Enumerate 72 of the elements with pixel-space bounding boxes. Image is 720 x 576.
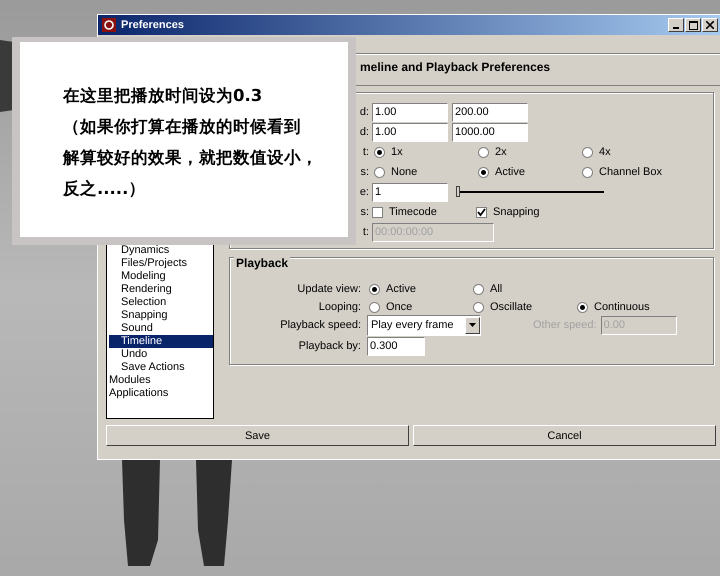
annotation-text: 反之.....） (63, 178, 146, 200)
slider-thumb[interactable] (456, 186, 460, 197)
window-title: Preferences (121, 19, 185, 31)
field-label: Playback speed: (279, 319, 362, 331)
input-field[interactable]: 0.300 (367, 336, 425, 356)
radio-option[interactable]: Once (367, 301, 467, 313)
radio-option[interactable]: 1x (372, 146, 472, 158)
checkbox-option[interactable]: Snapping (476, 206, 576, 218)
radio-option[interactable]: None (372, 166, 472, 178)
radio-option[interactable]: Active (367, 283, 467, 295)
radio-button[interactable] (473, 284, 484, 294)
field-label: s: (360, 206, 369, 218)
dropdown-arrow-icon (469, 323, 476, 327)
checkbox[interactable] (476, 206, 487, 218)
field-label: t: (362, 226, 369, 238)
category-item[interactable]: Modules (109, 374, 213, 387)
category-item[interactable]: Timeline (109, 335, 213, 348)
save-button[interactable]: Save (106, 425, 409, 446)
playback-speed-dropdown[interactable]: Play every frame (367, 314, 481, 336)
field-label: d: (360, 106, 369, 118)
input-field[interactable]: 200.00 (452, 102, 528, 122)
annotation-text: 解算较好的效果，就把数值设小， (63, 147, 319, 169)
radio-button[interactable] (577, 302, 588, 312)
category-item[interactable]: Sound (109, 322, 213, 335)
annotation-text: 在这里把播放时间设为0.3 (63, 85, 264, 107)
checkbox-option[interactable]: Timecode (372, 206, 472, 218)
field-label: Looping: (318, 301, 362, 313)
field-label: Update view: (296, 283, 362, 295)
category-item[interactable]: Modeling (109, 270, 213, 283)
field-label: Playback by: (298, 340, 362, 352)
category-item[interactable]: Dynamics (109, 244, 213, 257)
radio-button[interactable] (369, 284, 380, 294)
close-button[interactable] (702, 18, 718, 32)
category-item[interactable]: Undo (109, 348, 213, 361)
field-label: e: (360, 186, 369, 198)
input-field[interactable]: 1 (372, 182, 448, 202)
radio-option[interactable]: Active (476, 166, 576, 178)
field-label: d: (360, 126, 369, 138)
field-label: t: (362, 146, 369, 158)
category-item[interactable]: Save Actions (109, 361, 213, 374)
category-item[interactable]: Files/Projects (109, 257, 213, 270)
radio-button[interactable] (473, 302, 484, 312)
input-field[interactable]: 1000.00 (452, 122, 528, 142)
radio-button[interactable] (478, 146, 489, 158)
annotation-text: （如果你打算在播放的时候看到 (63, 116, 302, 138)
radio-button[interactable] (369, 302, 380, 312)
radio-option[interactable]: 2x (476, 146, 576, 158)
cancel-button[interactable]: Cancel (413, 425, 716, 446)
radio-option[interactable]: Channel Box (580, 166, 680, 178)
radio-option[interactable]: Continuous (575, 301, 675, 313)
category-item[interactable]: Applications (109, 387, 213, 400)
radio-option[interactable]: 4x (580, 146, 680, 158)
maximize-icon (688, 20, 698, 30)
category-item[interactable]: Rendering (109, 283, 213, 296)
close-icon (706, 21, 714, 29)
category-item[interactable]: Snapping (109, 309, 213, 322)
radio-button[interactable] (374, 166, 385, 178)
checkbox[interactable] (372, 206, 383, 218)
minimize-button[interactable] (668, 18, 684, 32)
group-title: Playback (234, 256, 290, 270)
input-field[interactable]: 1.00 (372, 122, 448, 142)
radio-button[interactable] (478, 166, 489, 178)
radio-button[interactable] (374, 146, 385, 158)
radio-option[interactable]: All (471, 283, 571, 295)
field-label: s: (360, 166, 369, 178)
radio-option[interactable]: Oscillate (471, 301, 571, 313)
radio-button[interactable] (582, 166, 593, 178)
radio-button[interactable] (582, 146, 593, 158)
app-logo-icon (102, 18, 116, 32)
input-field[interactable]: 1.00 (372, 102, 448, 122)
category-item[interactable]: Selection (109, 296, 213, 309)
maximize-button[interactable] (685, 18, 701, 32)
